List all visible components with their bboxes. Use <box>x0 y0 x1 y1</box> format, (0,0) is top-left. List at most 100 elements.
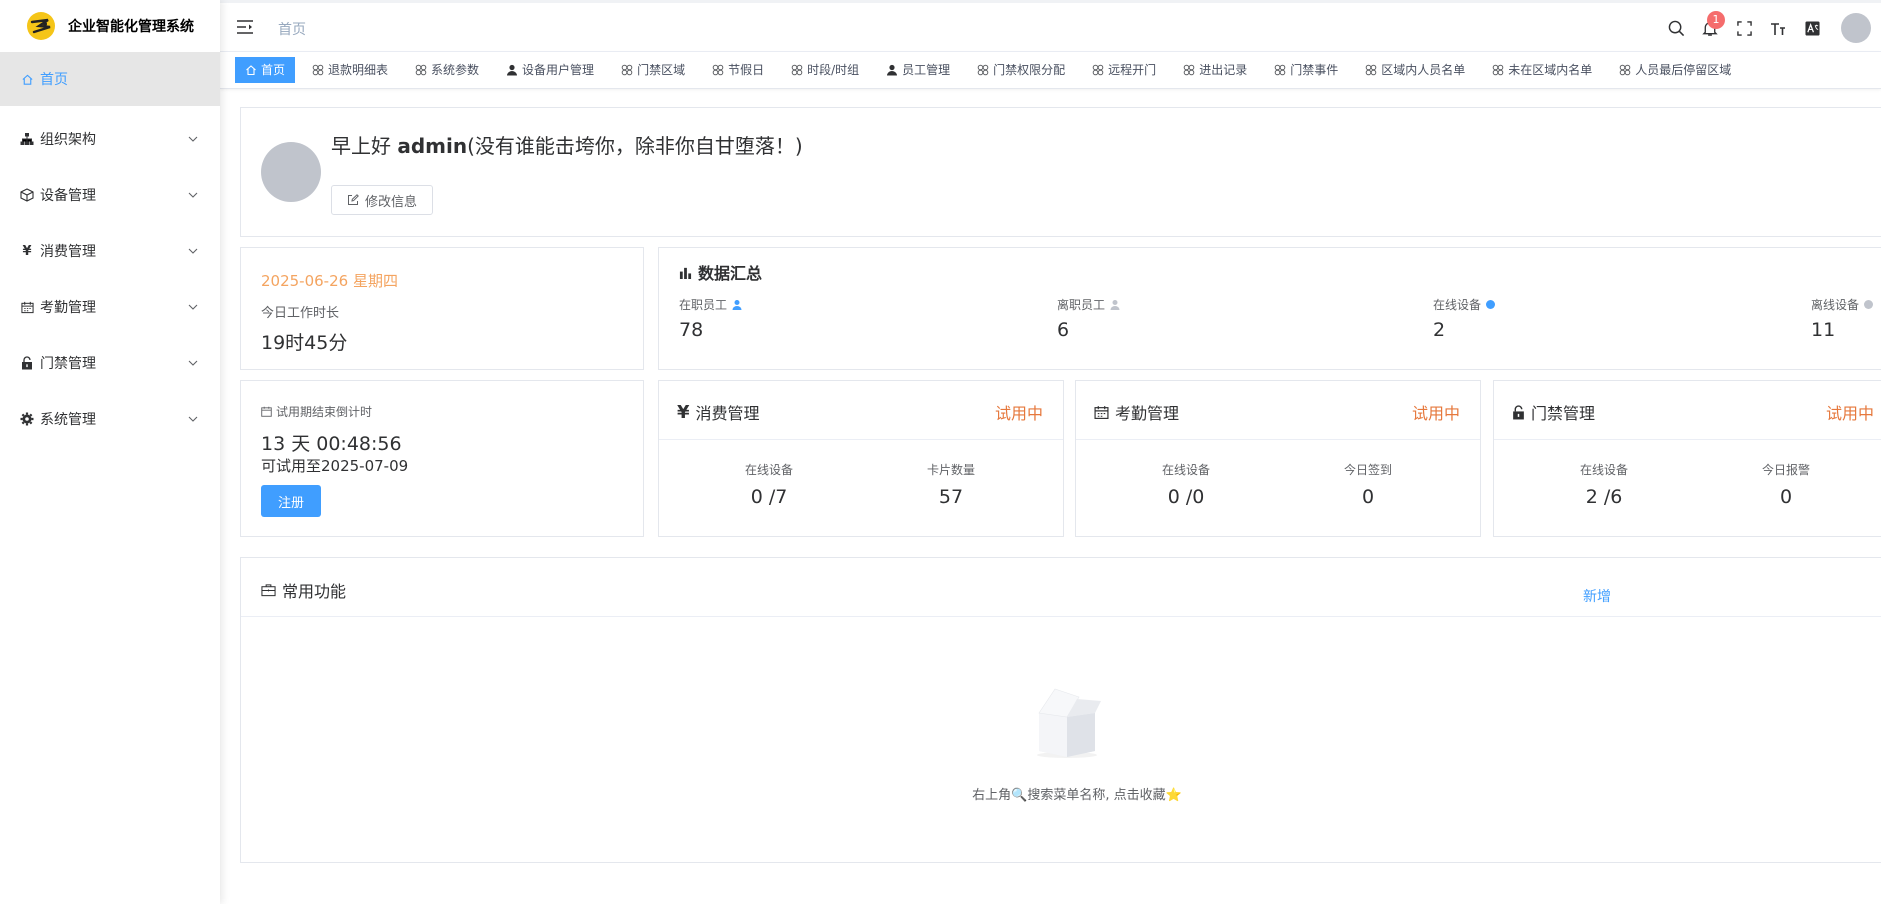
edit-info-button[interactable]: 修改信息 <box>331 185 434 215</box>
sidebar-item-label: 首页 <box>40 72 68 88</box>
tag-last-area[interactable]: 人员最后停留区域 <box>1609 57 1741 83</box>
tag-label: 首页 <box>261 63 286 77</box>
sidebar-item-consumption[interactable]: ¥ 消费管理 <box>0 223 220 279</box>
tag-holiday[interactable]: 节假日 <box>702 57 774 83</box>
trial-until: 可试用至2025-07-09 <box>261 457 409 475</box>
username: admin <box>397 134 468 158</box>
sidebar-item-home[interactable]: 首页 <box>0 52 220 106</box>
bar-chart-icon <box>679 267 692 279</box>
tag-time-period[interactable]: 时段/时组 <box>781 57 869 83</box>
sidebar-item-label: 消费管理 <box>40 244 96 260</box>
gear-icon <box>20 412 34 426</box>
clover-icon <box>1619 64 1631 76</box>
home-icon <box>20 72 34 86</box>
user-avatar[interactable] <box>1841 13 1871 43</box>
module-status: 试用中 <box>994 404 1043 423</box>
tag-label: 未在区域内名单 <box>1508 63 1593 77</box>
status-dot-offline <box>1864 300 1874 309</box>
tag-access-area[interactable]: 门禁区域 <box>611 57 695 83</box>
unlock-icon <box>20 356 34 370</box>
module-title: ¥ 消费管理 <box>677 400 760 424</box>
edit-icon <box>348 194 359 205</box>
tag-label: 门禁权限分配 <box>993 63 1066 77</box>
logo-icon <box>27 12 55 40</box>
stat-value: 11 <box>1811 319 1836 341</box>
fullscreen-icon[interactable] <box>1735 19 1753 37</box>
unlock-icon <box>1512 404 1525 420</box>
sidebar-item-label: 门禁管理 <box>40 356 96 372</box>
tag-system-params[interactable]: 系统参数 <box>405 57 489 83</box>
sidebar-item-system[interactable]: 系统管理 <box>0 391 220 447</box>
chevron-down-icon <box>188 248 198 254</box>
calendar-icon <box>1094 405 1109 420</box>
empty-hint: 右上角🔍搜索菜单名称, 点击收藏⭐ <box>972 788 1182 803</box>
bell-icon[interactable]: 1 <box>1701 11 1725 37</box>
tag-device-user[interactable]: 设备用户管理 <box>496 57 604 83</box>
clover-icon <box>712 64 724 76</box>
yen-icon: ¥ <box>22 243 32 259</box>
summary-title: 数据汇总 <box>679 260 762 284</box>
font-size-icon[interactable] <box>1769 19 1787 37</box>
module-stat: 在线设备 0 /0 <box>1106 461 1266 508</box>
welcome-card: 早上好 admin(没有谁能击垮你，除非你自甘堕落！) 修改信息 <box>240 107 1881 237</box>
module-title: 考勤管理 <box>1094 400 1179 424</box>
stat-value: 78 <box>679 319 704 341</box>
home-icon <box>246 65 256 76</box>
chevron-down-icon <box>188 136 198 142</box>
clover-icon <box>791 64 803 76</box>
data-summary-card: 数据汇总 在职员工 78 离职员工 6 在线设备 2 离线设备 11 <box>658 247 1881 370</box>
tag-home[interactable]: 首页 <box>235 57 296 83</box>
tag-remote-open[interactable]: 远程开门 <box>1082 57 1166 83</box>
sidebar-item-label: 系统管理 <box>40 412 96 428</box>
sidebar-item-attendance[interactable]: 考勤管理 <box>0 279 220 335</box>
org-icon <box>20 132 34 146</box>
header-actions: 1 <box>1659 11 1871 43</box>
tag-label: 时段/时组 <box>807 63 860 77</box>
user-icon <box>507 64 518 76</box>
search-icon[interactable] <box>1667 19 1685 37</box>
module-card-consumption: ¥ 消费管理 试用中 在线设备 0 /7 卡片数量 57 <box>658 380 1064 537</box>
tag-not-in-area[interactable]: 未在区域内名单 <box>1482 57 1602 83</box>
sidebar-item-access[interactable]: 门禁管理 <box>0 335 220 391</box>
clover-icon <box>1492 64 1504 76</box>
briefcase-icon <box>261 584 276 597</box>
add-button[interactable]: 新增 <box>1583 586 1611 606</box>
clover-icon <box>977 64 989 76</box>
app-title: 企业智能化管理系统 <box>68 19 194 35</box>
greeting: 早上好 admin(没有谁能击垮你，除非你自甘堕落！) <box>331 130 803 159</box>
tag-area-personnel[interactable]: 区域内人员名单 <box>1355 57 1475 83</box>
tag-employee[interactable]: 员工管理 <box>876 57 960 83</box>
module-stat-label: 今日报警 <box>1761 463 1810 477</box>
module-title-text: 消费管理 <box>695 404 760 423</box>
module-stat: 在线设备 0 /7 <box>689 461 849 508</box>
module-title-text: 门禁管理 <box>1531 404 1596 423</box>
module-stat: 今日报警 0 <box>1706 461 1866 508</box>
tag-access-permission[interactable]: 门禁权限分配 <box>967 57 1075 83</box>
clover-icon <box>1274 64 1286 76</box>
module-stat-value: 0 <box>1779 486 1793 508</box>
module-title-text: 考勤管理 <box>1115 404 1180 423</box>
chevron-down-icon <box>188 360 198 366</box>
sidebar-item-label: 考勤管理 <box>40 300 96 316</box>
module-header: ¥ 消费管理 试用中 <box>659 381 1063 440</box>
greeting-prefix: 早上好 <box>331 134 398 158</box>
calendar-icon <box>20 300 34 314</box>
clover-icon <box>312 64 324 76</box>
sidebar-item-org[interactable]: 组织架构 <box>0 111 220 167</box>
stat-active-employees: 在职员工 78 <box>679 296 743 341</box>
hamburger-icon[interactable] <box>236 18 254 36</box>
breadcrumb[interactable]: 首页 <box>278 19 306 39</box>
sidebar-item-device[interactable]: 设备管理 <box>0 167 220 223</box>
tag-label: 设备用户管理 <box>522 63 595 77</box>
tag-entry-records[interactable]: 进出记录 <box>1173 57 1257 83</box>
trial-countdown-card: 试用期结束倒计时 13 天 00:48:56 可试用至2025-07-09 注册 <box>240 380 644 537</box>
module-card-access: 门禁管理 试用中 在线设备 2 /6 今日报警 0 <box>1493 380 1881 537</box>
stat-value: 2 <box>1433 319 1446 341</box>
tag-access-events[interactable]: 门禁事件 <box>1264 57 1348 83</box>
register-button[interactable]: 注册 <box>261 485 321 517</box>
sidebar-item-label: 组织架构 <box>40 132 96 148</box>
translate-icon[interactable] <box>1803 19 1821 37</box>
user-icon <box>732 299 742 310</box>
tag-refund-detail[interactable]: 退款明细表 <box>302 57 398 83</box>
user-icon <box>1110 299 1120 310</box>
